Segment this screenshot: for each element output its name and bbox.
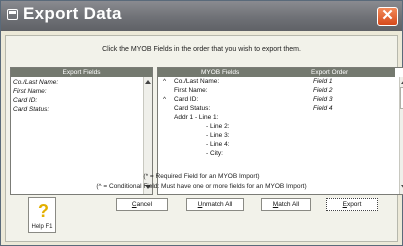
export-order-value: Field 1 <box>313 78 333 85</box>
export-order-value: Field 3 <box>313 96 333 103</box>
button-label: nmatch All <box>202 201 233 208</box>
export-fields-header: Export Fields <box>11 68 152 77</box>
myob-fields-header: MYOB Fields Export Order <box>158 68 395 77</box>
close-button[interactable]: ✕ <box>377 7 398 26</box>
myob-field-name: - Line 2: <box>206 123 230 130</box>
myob-field-name: Card Status: <box>174 105 211 112</box>
button-label: xport <box>346 201 362 208</box>
cancel-button[interactable]: Cancel <box>116 198 168 211</box>
conditional-marker: ^ <box>163 78 167 85</box>
myob-field-name: First Name: <box>174 87 208 94</box>
window-icon <box>7 9 18 20</box>
myob-field-name: Card ID: <box>174 96 199 103</box>
button-label: ancel <box>136 201 153 208</box>
export-field-item[interactable]: Card ID: <box>13 97 37 104</box>
help-question-icon: ? <box>38 201 49 221</box>
match-all-button[interactable]: Match All <box>261 198 311 211</box>
export-button[interactable]: Export <box>326 198 378 211</box>
title-bar: Export Data ✕ <box>1 1 402 31</box>
export-data-window: Export Data ✕ Click the MYOB Fields in t… <box>0 0 403 246</box>
myob-field-name: - City: <box>206 150 223 157</box>
export-order-column-header: Export Order <box>311 69 349 76</box>
button-label: atch All <box>278 201 300 208</box>
help-label: Help F1 <box>31 224 53 230</box>
window-title: Export Data <box>23 4 122 23</box>
conditional-marker: ^ <box>163 96 167 103</box>
scroll-up-icon[interactable] <box>145 80 151 84</box>
export-field-item[interactable]: Co./Last Name: <box>13 79 58 86</box>
myob-fields-scrollbar[interactable] <box>399 77 403 194</box>
export-order-value: Field 4 <box>313 105 333 112</box>
help-button[interactable]: ? Help F1 <box>28 197 56 233</box>
main-panel: Click the MYOB Fields in the order that … <box>5 35 403 242</box>
myob-field-name: - Line 3: <box>206 132 230 139</box>
myob-field-name: - Line 4: <box>206 141 230 148</box>
myob-field-name: Addr 1 - Line 1: <box>174 114 219 121</box>
export-field-item[interactable]: Card Status: <box>13 106 49 113</box>
myob-field-name: Co./Last Name: <box>174 78 220 85</box>
instruction-text: Click the MYOB Fields in the order that … <box>102 46 301 53</box>
myob-fields-column-header: MYOB Fields <box>201 69 240 76</box>
export-field-item[interactable]: First Name: <box>13 88 47 95</box>
required-note: (* = Required Field for an MYOB Import) <box>143 173 260 180</box>
unmatch-all-button[interactable]: Unmatch All <box>186 198 244 211</box>
export-order-value: Field 2 <box>313 87 333 94</box>
conditional-note: (^ = Conditional Field: Must have one or… <box>96 183 307 190</box>
